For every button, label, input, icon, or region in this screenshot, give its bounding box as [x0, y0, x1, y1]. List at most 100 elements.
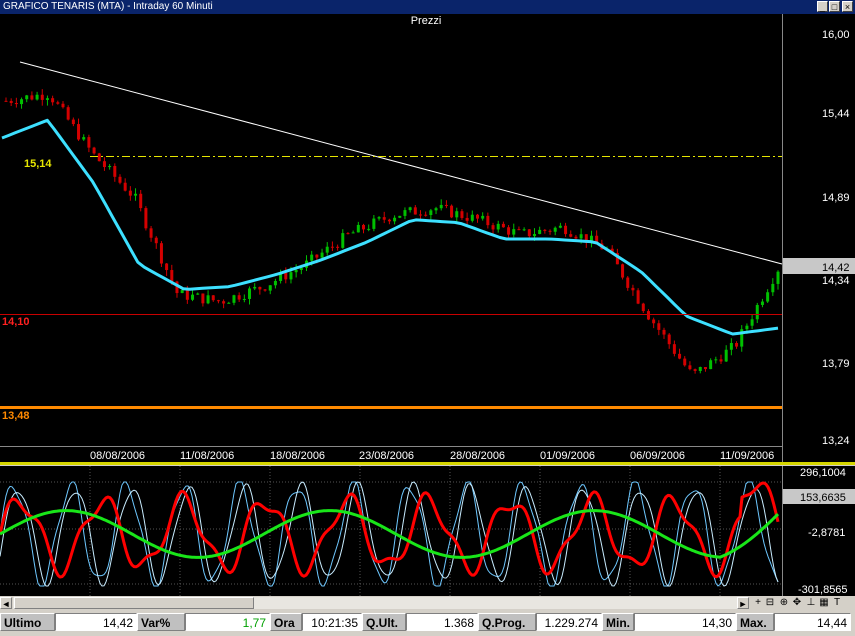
candle-body: [289, 272, 293, 280]
price-panel-title: Prezzi: [411, 15, 442, 27]
candle-body: [398, 215, 402, 218]
candle-body: [134, 193, 138, 196]
candle-body: [735, 343, 739, 347]
horizontal-scrollbar[interactable]: ◄ ► + ⊟ ⊕ ✥ ⊥ ▦ T: [0, 596, 855, 610]
candle-body: [268, 285, 272, 291]
candle-body: [108, 165, 112, 168]
candle-body: [102, 161, 106, 168]
candle-body: [128, 190, 132, 196]
candle-body: [455, 211, 459, 218]
zoom-out-icon[interactable]: ⊟: [764, 597, 776, 609]
scroll-left-button[interactable]: ◄: [0, 597, 12, 609]
candle-body: [341, 233, 345, 248]
osc-tick-label: -2,8781: [808, 527, 845, 539]
scroll-right-button[interactable]: ►: [737, 597, 749, 609]
candle-body: [118, 176, 122, 183]
candle-body: [424, 214, 428, 216]
candle-body: [465, 217, 469, 221]
candle-body: [703, 367, 707, 370]
date-label: 23/08/2006: [359, 450, 414, 462]
candle-body: [325, 246, 329, 253]
current-price-label: 14,42: [822, 262, 850, 274]
candle-body: [729, 343, 733, 350]
candle-body: [393, 217, 397, 222]
candle-body: [185, 290, 189, 300]
candle-body: [310, 254, 314, 261]
status-bar: Ultimo 14,42 Var% 1,77 Ora 10:21:35 Q.Ul…: [0, 612, 855, 632]
candle-body: [149, 228, 153, 238]
crosshair-icon[interactable]: ⊕: [778, 597, 790, 609]
candle-body: [683, 358, 687, 366]
max-label: Max.: [736, 613, 774, 631]
candle-body: [56, 102, 60, 104]
date-label: 08/08/2006: [90, 450, 145, 462]
window-title: GRAFICO TENARIS (MTA) - Intraday 60 Minu…: [3, 1, 213, 12]
minimize-button[interactable]: _: [817, 1, 828, 12]
candle-body: [123, 182, 127, 191]
candle-body: [284, 272, 288, 280]
scroll-thumb[interactable]: [14, 597, 254, 609]
candle-body: [351, 232, 355, 234]
dash-level-label: 15,14: [24, 158, 52, 170]
candle-body: [418, 214, 422, 216]
maximize-button[interactable]: □: [829, 1, 840, 12]
candle-body: [87, 137, 91, 148]
zoom-in-icon[interactable]: +: [752, 597, 764, 609]
candle-body: [444, 204, 448, 206]
candle-body: [766, 292, 770, 302]
candle-body: [662, 329, 666, 335]
candle-body: [646, 311, 650, 320]
y-tick-label: 13,24: [822, 435, 850, 447]
candle-body: [315, 254, 319, 258]
close-button[interactable]: ×: [842, 1, 853, 12]
anchor-icon[interactable]: ⊥: [805, 597, 817, 609]
osc-tick-label: -301,8565: [798, 584, 848, 596]
candle-body: [97, 153, 101, 162]
chart-area[interactable]: Prezzi 15,14 14,10 13,48 16,00 15,44 14,…: [0, 14, 855, 598]
candle-body: [470, 214, 474, 221]
move-icon[interactable]: ✥: [791, 597, 803, 609]
candle-body: [35, 94, 39, 100]
candle-body: [439, 204, 443, 209]
candle-body: [579, 234, 583, 239]
qprog-label: Q.Prog.: [478, 613, 536, 631]
candle-body: [263, 289, 267, 291]
date-label: 28/08/2006: [450, 450, 505, 462]
candle-body: [159, 243, 163, 264]
candle-body: [719, 359, 723, 362]
candle-body: [211, 295, 215, 301]
candle-body: [20, 99, 24, 105]
text-tool-icon[interactable]: T: [831, 597, 843, 609]
panel-divider[interactable]: [0, 462, 855, 465]
var-label: Var%: [137, 613, 185, 631]
candle-body: [569, 234, 573, 237]
candle-body: [538, 229, 542, 234]
candle-body: [92, 147, 96, 154]
y-tick-label: 15,44: [822, 108, 850, 120]
candle-body: [517, 229, 521, 231]
candle-body: [227, 302, 231, 304]
y-tick-label: 13,79: [822, 358, 850, 370]
candle-body: [66, 107, 70, 120]
candle-body: [170, 270, 174, 282]
candle-body: [336, 246, 340, 248]
candle-body: [709, 360, 713, 370]
date-label: 01/09/2006: [540, 450, 595, 462]
candle-body: [501, 223, 505, 228]
candle-body: [248, 288, 252, 299]
candle-body: [408, 207, 412, 211]
osc-tick-label: 296,1004: [800, 467, 846, 479]
var-value: 1,77: [185, 613, 270, 631]
candle-body: [714, 359, 718, 361]
candle-body: [362, 224, 366, 230]
candle-body: [45, 98, 49, 100]
grid-icon[interactable]: ▦: [818, 597, 830, 609]
candle-body: [216, 300, 220, 302]
candle-body: [413, 207, 417, 215]
candle-body: [429, 210, 433, 215]
candle-body: [450, 205, 454, 218]
candle-body: [688, 365, 692, 370]
candle-body: [672, 344, 676, 354]
candle-body: [434, 208, 438, 211]
max-value: 14,44: [774, 613, 851, 631]
